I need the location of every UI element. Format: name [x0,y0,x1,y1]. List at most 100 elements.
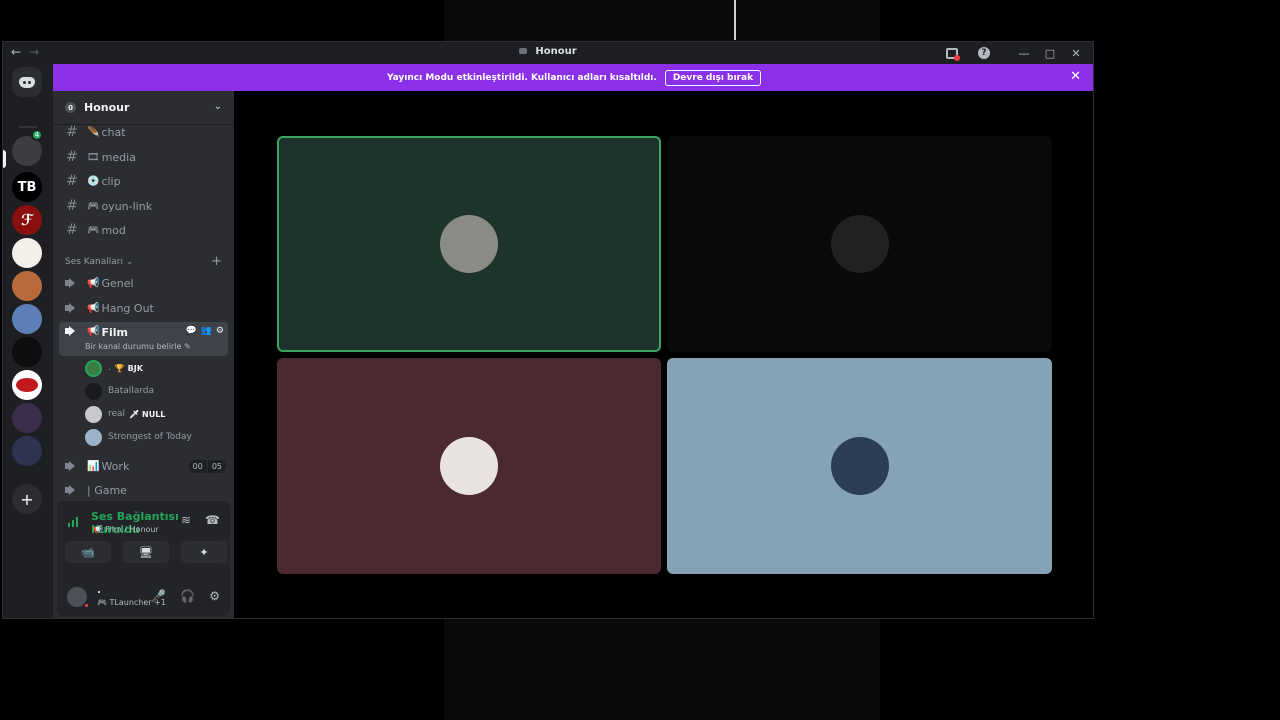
server-icon-eye[interactable] [12,370,42,400]
disable-streamer-mode-button[interactable]: Devre dışı bırak [664,69,762,86]
home-button[interactable] [12,67,42,97]
channel-chat[interactable]: # 🪶 chat [59,125,228,143]
participant-tile[interactable] [667,136,1052,352]
settings-gear-icon[interactable]: ⚙ [209,589,220,603]
activities-button[interactable]: ✦ [181,541,227,563]
hash-icon: # [66,198,78,214]
voice-channel-game[interactable]: | Game [59,479,228,501]
channel-oyun-link[interactable]: # 🎮 oyun-link [59,195,228,217]
server-folder-1[interactable] [12,403,42,433]
gear-icon[interactable]: ⚙ [216,326,224,336]
speaker-icon [65,485,79,495]
chat-bubble-icon[interactable]: 💬 [185,326,196,336]
user-controls: 🎤 🎧 ⚙ [151,589,220,603]
back-arrow-icon[interactable]: ← [11,45,21,59]
server-icon-red[interactable]: ℱ [12,205,42,235]
voice-user-tag: 🗡 NULL [129,409,166,419]
window-title: Honour [3,46,1093,57]
channel-media[interactable]: # 🎞 media [59,146,228,168]
film-channel-actions: 💬 👥 ⚙ [185,326,224,336]
close-button[interactable]: ✕ [1063,44,1089,62]
participant-avatar [440,215,498,273]
speaker-icon [65,278,79,288]
unread-badge: 4 [31,129,43,141]
help-icon: ? [978,47,990,59]
banner-close-icon[interactable]: ✕ [1070,69,1081,84]
voice-user[interactable]: Strongest of Today [85,427,192,447]
channel-name: Hang Out [101,301,154,315]
voice-category-header[interactable]: Ses Kanalları ⌄ [65,257,133,267]
titlebar: ← → Honour ? — □ ✕ [3,42,1093,64]
microphone-icon[interactable]: 🎤 [151,589,166,603]
voice-stage [234,91,1093,618]
inbox-button[interactable] [939,44,965,62]
participant-avatar [830,437,889,495]
avatar [85,382,102,400]
channel-mod[interactable]: # 🎮 mod [59,219,228,241]
voice-channel-genel[interactable]: 📢 Genel [59,272,228,294]
noise-suppression-icon[interactable]: ≋ [181,513,191,527]
hash-icon: # [66,173,78,189]
server-folder-2[interactable] [12,436,42,466]
server-header[interactable]: 0 Honour ⌄ [53,91,234,125]
hash-icon: # [66,222,78,238]
channel-name: chat [101,125,126,139]
headphones-icon[interactable]: 🎧 [180,589,195,603]
channel-name: oyun-link [101,199,153,213]
screen-share-button[interactable]: 🖥 [123,541,169,563]
channel-name: mod [101,223,126,237]
participant-tile[interactable] [667,358,1052,574]
server-icon-white[interactable] [12,238,42,268]
channel-emoji: 💿 [87,175,100,187]
add-server-button[interactable]: + [12,484,42,514]
minimize-button[interactable]: — [1011,44,1037,62]
add-channel-icon[interactable]: + [211,254,222,269]
banner-message: Yayıncı Modu etkinleştirildi. Kullanıcı … [386,72,657,83]
voice-channel-hang-out[interactable]: 📢 Hang Out [59,297,228,319]
voice-user-name: Batallarda [108,386,155,396]
channel-name: | Game [87,483,127,497]
voice-user[interactable]: . 🏆 BJK [85,358,143,378]
channel-emoji: 📢 [87,326,100,337]
status-dot-icon [83,602,90,609]
channel-emoji: 🎞 [87,151,100,163]
invite-icon[interactable]: 👥 [201,326,212,336]
speaker-icon [65,303,79,313]
participant-tile[interactable] [277,136,661,352]
channel-emoji: 📊 [87,460,100,472]
channel-name: Genel [101,276,134,290]
channel-emoji: 🪶 [87,126,100,138]
server-icon-tb[interactable]: TB [12,172,42,202]
forward-arrow-icon[interactable]: → [29,45,39,59]
disconnect-icon[interactable]: ☎ [205,513,220,527]
participant-tile[interactable] [277,358,661,574]
avatar [85,405,102,423]
channel-name: Work [101,459,130,473]
server-icon-art[interactable] [12,271,42,301]
signal-icon [68,515,82,527]
channel-clip[interactable]: # 💿 clip [59,170,228,192]
speaker-icon [65,326,79,336]
channel-emoji: 🎮 [87,200,100,212]
server-icon-blue[interactable] [12,304,42,334]
user-limit-badge: 00 05 [188,460,226,473]
camera-button[interactable]: 📹 [65,541,111,563]
window-title-text: Honour [535,46,577,57]
channel-sidebar: 0 Honour ⌄ # 🪶 chat # 🎞 media # 💿 clip # 🎮 oyun-… [53,91,285,618]
channel-name: media [101,150,136,164]
maximize-button[interactable]: □ [1037,44,1063,62]
channel-name: Film [101,326,128,339]
server-icon-dark[interactable] [12,337,42,367]
discord-logo-icon [19,76,35,88]
server-mini-icon [519,48,528,54]
hash-icon: # [66,149,78,165]
user-name[interactable]: . [97,585,101,596]
voice-user[interactable]: real 🗡 NULL [85,404,165,424]
help-button[interactable]: ? [971,44,997,62]
voice-user[interactable]: Batallarda [85,381,154,401]
streamer-mode-banner: Yayıncı Modu etkinleştirildi. Kullanıcı … [53,64,1093,91]
speaker-icon [65,461,79,471]
server-list: 4 TB ℱ + [3,64,53,618]
channel-status-hint[interactable]: Bir kanal durumu belirle ✎ [85,342,191,351]
voice-channel-path[interactable]: 📢 Film / Honour [93,525,159,534]
